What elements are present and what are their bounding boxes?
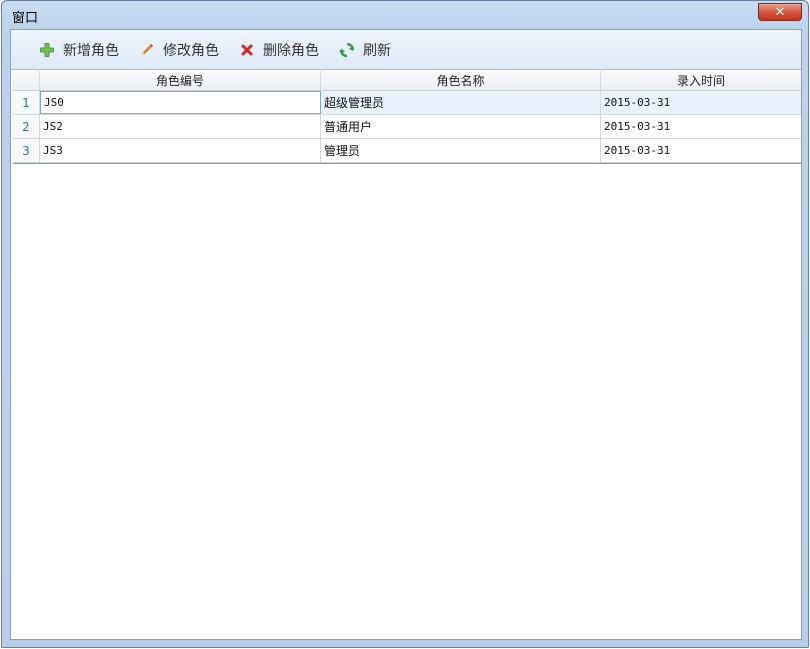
refresh-label: 刷新 xyxy=(363,42,391,59)
close-icon: ✕ xyxy=(774,4,786,20)
add-icon xyxy=(39,42,55,58)
title-bar[interactable]: 窗口 ✕ xyxy=(2,1,808,29)
delete-role-button[interactable]: 删除角色 xyxy=(239,36,319,64)
role-name-cell[interactable]: 超级管理员 xyxy=(321,91,601,114)
header-role-name[interactable]: 角色名称 xyxy=(321,71,601,90)
table-row[interactable]: 3 JS3 管理员 2015-03-31 xyxy=(13,139,801,163)
refresh-button[interactable]: 刷新 xyxy=(339,36,391,64)
entry-time-cell[interactable]: 2015-03-31 xyxy=(601,115,801,138)
refresh-icon xyxy=(339,42,355,58)
role-name-cell[interactable]: 普通用户 xyxy=(321,115,601,138)
header-role-code[interactable]: 角色编号 xyxy=(40,71,321,90)
dialog-window: 窗口 ✕ 新增角色 修改角色 删除角色 刷新 角色编号 角色名称 录入时间 1 … xyxy=(1,0,809,648)
row-number: 1 xyxy=(13,91,40,114)
row-number: 3 xyxy=(13,139,40,162)
edit-role-button[interactable]: 修改角色 xyxy=(139,36,219,64)
table-bottom-border xyxy=(13,163,801,164)
entry-time-cell[interactable]: 2015-03-31 xyxy=(601,139,801,162)
table-row[interactable]: 2 JS2 普通用户 2015-03-31 xyxy=(13,115,801,139)
role-table: 角色编号 角色名称 录入时间 1 JS0 超级管理员 2015-03-31 2 … xyxy=(13,71,801,164)
role-code-cell[interactable]: JS2 xyxy=(40,115,321,138)
role-code-cell[interactable]: JS3 xyxy=(40,139,321,162)
toolbar: 新增角色 修改角色 删除角色 刷新 xyxy=(11,30,801,70)
header-entry-time[interactable]: 录入时间 xyxy=(601,71,801,90)
header-rownum xyxy=(13,71,40,90)
close-button[interactable]: ✕ xyxy=(758,3,802,21)
table-header: 角色编号 角色名称 录入时间 xyxy=(13,71,801,91)
role-name-cell[interactable]: 管理员 xyxy=(321,139,601,162)
delete-role-label: 删除角色 xyxy=(263,42,319,59)
add-role-label: 新增角色 xyxy=(63,42,119,59)
add-role-button[interactable]: 新增角色 xyxy=(39,36,119,64)
role-code-cell[interactable]: JS0 xyxy=(40,91,321,114)
window-title: 窗口 xyxy=(12,11,39,26)
entry-time-cell[interactable]: 2015-03-31 xyxy=(601,91,801,114)
table-row[interactable]: 1 JS0 超级管理员 2015-03-31 xyxy=(13,91,801,115)
client-area: 新增角色 修改角色 删除角色 刷新 角色编号 角色名称 录入时间 1 JS0 超… xyxy=(10,29,802,640)
pencil-icon xyxy=(139,42,155,58)
edit-role-label: 修改角色 xyxy=(163,42,219,59)
row-number: 2 xyxy=(13,115,40,138)
delete-icon xyxy=(239,42,255,58)
